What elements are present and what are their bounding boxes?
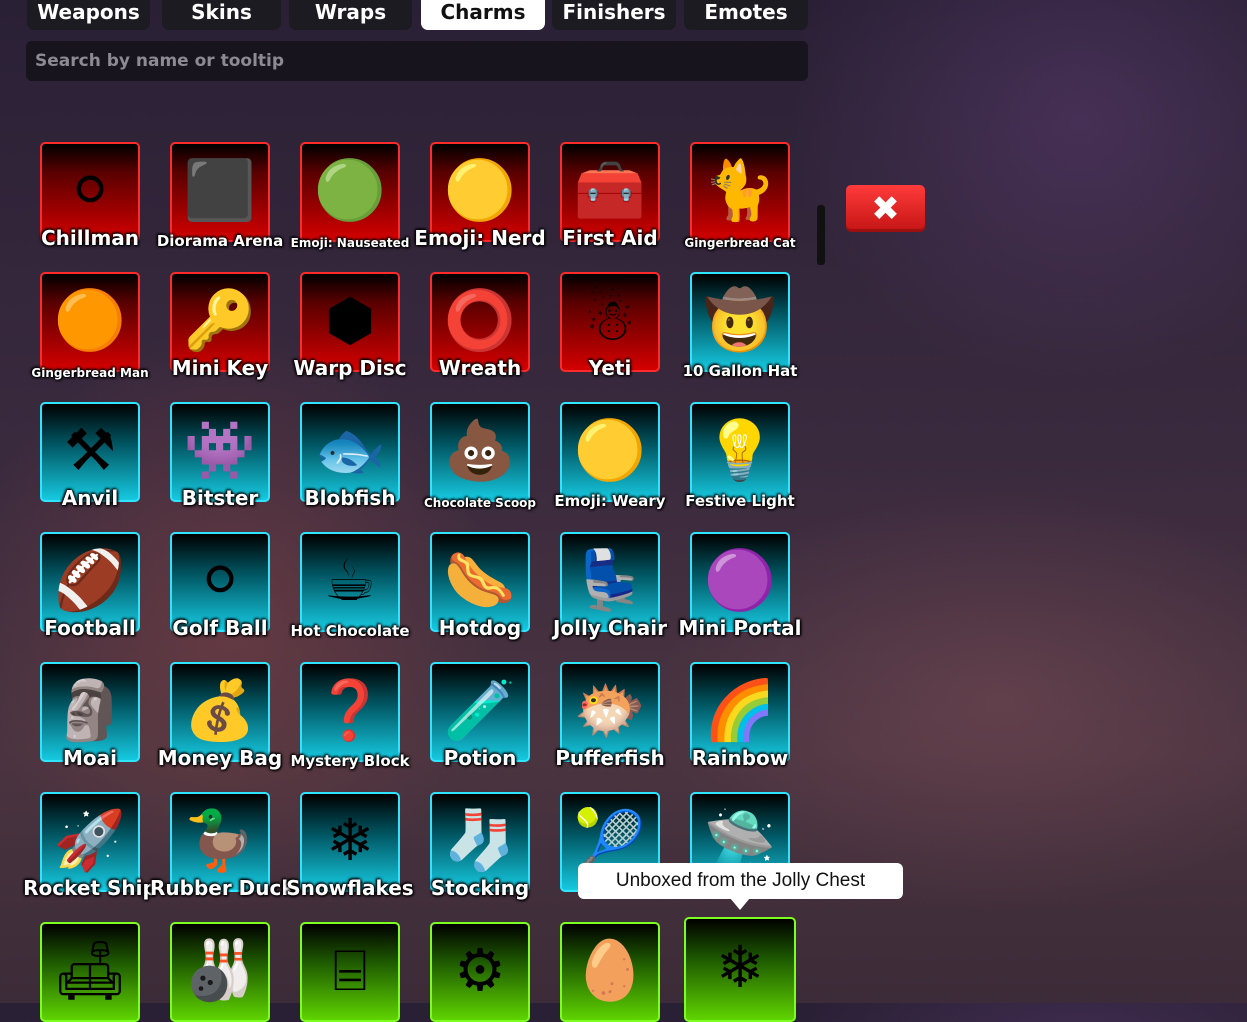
charm-card[interactable]: 🦆 Rubber Duck	[150, 792, 295, 900]
charm-icon: 🦆	[183, 806, 257, 874]
charm-icon: 🥚	[573, 936, 647, 1004]
charm-icon: 🟣	[703, 546, 777, 614]
charm-icon: ⚒	[64, 416, 116, 484]
charm-card[interactable]: 💺 Jolly Chair	[553, 532, 667, 640]
charm-icon: ❓	[313, 676, 387, 744]
charm-card[interactable]: 🔑 Mini Key	[170, 272, 270, 380]
charm-card[interactable]: ⬢ Warp Disc	[293, 272, 407, 380]
charm-card[interactable]: 🧪 Potion	[430, 662, 530, 770]
charm-card[interactable]: ❓ Mystery Block	[290, 662, 410, 770]
charm-card[interactable]: 🧦 Stocking	[430, 792, 530, 900]
charm-icon: 🟡	[573, 416, 647, 484]
charm-icon: 🐡	[573, 676, 647, 744]
charm-card[interactable]: ⬛ Diorama Arena	[157, 142, 283, 250]
charm-icon: ⚪	[65, 156, 115, 224]
charm-card[interactable]: 🏈 Football	[40, 532, 140, 640]
charm-icon: 💰	[183, 676, 257, 744]
charm-icon: 🧰	[573, 156, 647, 224]
charm-card[interactable]: 💡 Festive Light	[685, 402, 795, 510]
charm-card[interactable]: 💰 Money Bag	[158, 662, 282, 770]
charm-card[interactable]: ☃ Yeti	[560, 272, 660, 380]
charm-icon: 🧪	[443, 676, 517, 744]
charm-icon: 🤠	[703, 286, 777, 354]
charm-card[interactable]: ⚪ Chillman	[40, 142, 140, 250]
charm-card[interactable]: 🐡 Pufferfish	[555, 662, 665, 770]
charm-icon: ⬛	[183, 156, 257, 224]
charm-card[interactable]: ☕ Hot Chocolate	[290, 532, 410, 640]
charm-icon: 💡	[703, 416, 777, 484]
charm-card[interactable]: ⌸	[300, 922, 400, 1022]
charm-card[interactable]: 🟣 Mini Portal	[679, 532, 802, 640]
charm-icon: 🐟	[313, 416, 387, 484]
charm-icon: 🧦	[443, 806, 517, 874]
charm-card[interactable]: 🌭 Hotdog	[430, 532, 530, 640]
charm-icon: ☃	[584, 286, 636, 354]
charm-icon: 🌭	[443, 546, 517, 614]
charm-icon: 🚀	[53, 806, 127, 874]
charm-card[interactable]: ❄	[684, 917, 796, 1022]
charm-card[interactable]: 🛋	[40, 922, 140, 1022]
charm-icon: ⚙	[454, 936, 506, 1004]
charm-icon: 🛸	[703, 806, 777, 874]
tooltip-text: Unboxed from the Jolly Chest	[615, 870, 866, 891]
charm-icon: 🟡	[443, 156, 517, 224]
charm-card[interactable]: ⚙	[430, 922, 530, 1022]
charm-icon: 🎳	[183, 936, 257, 1004]
charm-card[interactable]: 🐟 Blobfish	[300, 402, 400, 510]
charm-icon: ⭕	[443, 286, 517, 354]
charm-card[interactable]: 🟡 Emoji: Nerd	[414, 142, 546, 250]
charm-icon: 🌈	[703, 676, 777, 744]
charm-card[interactable]: 🐈 Gingerbread Cat	[684, 142, 796, 250]
charm-card[interactable]: 🎳	[170, 922, 270, 1022]
tooltip: Unboxed from the Jolly Chest	[578, 863, 903, 899]
charm-icon: 💩	[443, 416, 517, 484]
scrollbar[interactable]	[817, 205, 825, 265]
charm-icon: 🐈	[703, 156, 777, 224]
charm-card[interactable]: 👾 Bitster	[170, 402, 270, 510]
charm-icon: ❄	[325, 806, 375, 874]
charm-icon: ⚪	[195, 546, 245, 614]
charm-card[interactable]: 🥚	[560, 922, 660, 1022]
charm-icon: ☕	[324, 546, 376, 614]
tooltip-arrow	[730, 898, 750, 910]
charm-icon: 🟠	[53, 286, 127, 354]
charm-icon: 🟢	[313, 156, 387, 224]
charm-icon: ❄	[715, 933, 765, 1002]
close-button[interactable]: ✖	[846, 185, 925, 232]
charm-card[interactable]: 🗿 Moai	[40, 662, 140, 770]
charm-card[interactable]: 🚀 Rocket Ship	[23, 792, 157, 900]
charm-icon: 🏈	[53, 546, 127, 614]
charm-card[interactable]: ⚒ Anvil	[40, 402, 140, 510]
charm-card[interactable]: 🌈 Rainbow	[690, 662, 790, 770]
charm-card[interactable]: 🟡 Emoji: Weary	[554, 402, 666, 510]
charm-card[interactable]: 💩 Chocolate Scoop	[424, 402, 536, 510]
charm-icon: 🎾	[573, 806, 647, 874]
charm-icon: 🗿	[53, 676, 127, 744]
charm-icon: ⌸	[332, 936, 368, 1004]
charm-card[interactable]: ⭕ Wreath	[430, 272, 530, 380]
charm-icon: 🔑	[183, 286, 257, 354]
charm-card[interactable]: 🟢 Emoji: Nauseated	[291, 142, 409, 250]
charm-icon: 💺	[573, 546, 647, 614]
charm-icon: 🛋	[53, 936, 127, 1004]
charm-card[interactable]: 🤠 10 Gallon Hat	[683, 272, 797, 380]
charm-card[interactable]: 🧰 First Aid	[560, 142, 660, 250]
charm-grid: ⚪ Chillman ⬛ Diorama Arena 🟢 Emoji: Nauseated…	[0, 0, 820, 1022]
charm-icon: ⬢	[324, 286, 376, 354]
charm-icon: 👾	[183, 416, 257, 484]
close-icon: ✖	[871, 188, 900, 229]
charm-card[interactable]: ❄ Snowflakes	[286, 792, 414, 900]
charm-card[interactable]: 🟠 Gingerbread Man	[31, 272, 149, 380]
charm-card[interactable]: ⚪ Golf Ball	[170, 532, 270, 640]
